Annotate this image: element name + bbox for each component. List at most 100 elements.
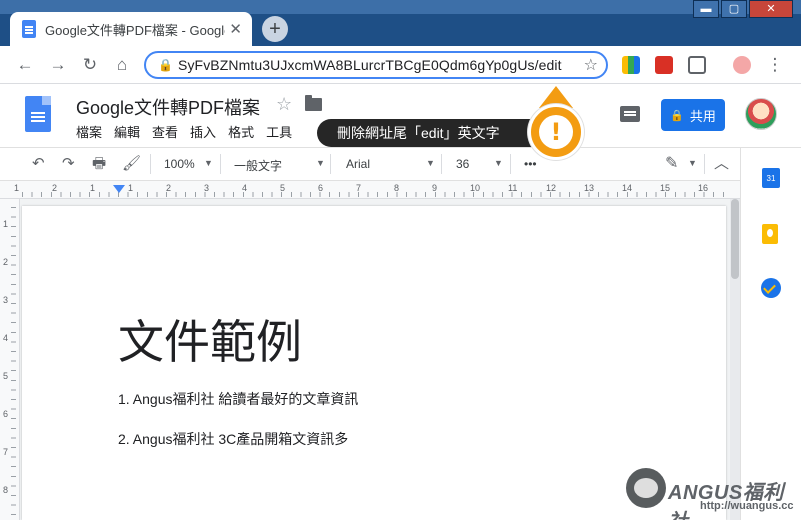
home-icon[interactable]: ⌂: [111, 54, 133, 76]
chevron-down-icon[interactable]: ▼: [494, 158, 503, 168]
tasks-icon[interactable]: [761, 278, 781, 298]
share-label: 共用: [689, 108, 716, 124]
undo-icon[interactable]: ↶: [32, 154, 45, 174]
ruler-number: 7: [356, 183, 362, 193]
annotation-callout: 刪除網址尾「edit」英文字: [317, 119, 555, 147]
docs-logo-icon[interactable]: [25, 96, 51, 132]
ruler-number: 3: [3, 295, 9, 305]
menu-bar: 檔案 編輯 查看 插入 格式 工具: [76, 122, 304, 141]
horizontal-ruler[interactable]: 1 2 1 1 2 3 4 5 6 7 8 9 10 11 12 13 14 15 16: [0, 181, 740, 199]
collapse-menu-icon[interactable]: ︿: [714, 152, 729, 173]
ruler-number: 9: [432, 183, 438, 193]
chevron-down-icon[interactable]: ▼: [316, 158, 325, 168]
paint-format-icon[interactable]: 🖌: [122, 154, 141, 174]
move-folder-icon[interactable]: [305, 95, 322, 111]
chevron-down-icon[interactable]: ▼: [204, 158, 213, 168]
document-page[interactable]: 文件範例 1. Angus福利社 給讀者最好的文章資訊 2. Angus福利社 …: [22, 206, 726, 520]
extension-chart-icon[interactable]: [622, 56, 640, 74]
menu-insert[interactable]: 插入: [190, 122, 216, 141]
star-document-icon[interactable]: ☆: [276, 94, 292, 115]
exclamation-icon: !: [539, 115, 573, 149]
toolbar-divider: [704, 154, 705, 174]
browser-toolbar: ← → ↻ ⌂ 🔒 SyFvBZNmtu3UJxcmWA8BLurcrTBCgE…: [0, 46, 801, 84]
share-button[interactable]: 🔒 共用: [661, 99, 725, 131]
ruler-number: 1: [3, 219, 9, 229]
extension-media-icon[interactable]: [655, 56, 673, 74]
ruler-number: 2: [166, 183, 172, 193]
ruler-number: 14: [622, 183, 633, 193]
more-options-icon[interactable]: •••: [524, 157, 537, 171]
menu-format[interactable]: 格式: [228, 122, 254, 141]
lock-icon[interactable]: 🔒: [158, 58, 173, 72]
editing-mode-icon[interactable]: ✎: [665, 153, 678, 173]
indent-marker[interactable]: [113, 185, 125, 193]
window-title-bar: Google文件轉PDF檔案 - Google ✕ + ▬ ▢ ✕: [0, 0, 801, 46]
document-title[interactable]: Google文件轉PDF檔案: [76, 94, 260, 120]
address-bar[interactable]: 🔒 SyFvBZNmtu3UJxcmWA8BLurcrTBCgE0Qdm6gYp…: [144, 51, 608, 79]
account-avatar[interactable]: [745, 98, 777, 130]
side-panel: 31: [740, 148, 801, 520]
ruler-number: 11: [508, 183, 518, 193]
ruler-number: 2: [52, 183, 58, 193]
menu-tools[interactable]: 工具: [266, 122, 292, 141]
zoom-select[interactable]: 100%: [164, 157, 195, 171]
ruler-ticks: [11, 207, 16, 520]
watermark-url: http://wuangus.cc: [700, 500, 794, 512]
ruler-number: 2: [3, 257, 9, 267]
vertical-ruler[interactable]: 1 2 3 4 5 6 7 8: [0, 199, 20, 520]
watermark-mascot-icon: [626, 468, 666, 508]
address-url[interactable]: SyFvBZNmtu3UJxcmWA8BLurcrTBCgE0Qdm6gYp0g…: [178, 57, 562, 73]
ruler-number: 16: [698, 183, 709, 193]
extension-grid-icon[interactable]: [688, 56, 706, 74]
tab-close-icon[interactable]: ✕: [229, 20, 242, 38]
vertical-scrollbar[interactable]: [730, 199, 740, 520]
new-tab-button[interactable]: +: [262, 16, 288, 42]
scrollbar-thumb[interactable]: [731, 199, 739, 279]
comments-icon[interactable]: [620, 106, 640, 122]
watermark-brand: ANGUS福利社: [668, 482, 784, 520]
close-window-button[interactable]: ✕: [749, 0, 793, 18]
print-icon[interactable]: 🖶: [92, 154, 106, 174]
minimize-button[interactable]: ▬: [693, 0, 719, 18]
bookmark-star-icon[interactable]: ☆: [584, 55, 598, 75]
ruler-number: 4: [3, 333, 9, 343]
chevron-down-icon[interactable]: ▼: [688, 158, 697, 168]
tab-title: Google文件轉PDF檔案 - Google: [45, 22, 225, 38]
redo-icon[interactable]: ↷: [62, 154, 75, 174]
menu-file[interactable]: 檔案: [76, 122, 102, 141]
chrome-menu-icon[interactable]: ⋮: [764, 54, 786, 76]
toolbar-divider: [441, 154, 442, 174]
ruler-numbers: 1 2 1 1 2 3 4 5 6 7 8 9 10 11 12 13 14 15 16: [0, 183, 740, 195]
ruler-number: 7: [3, 447, 9, 457]
forward-icon[interactable]: →: [47, 54, 69, 76]
ruler-number: 1: [14, 183, 20, 193]
ruler-number: 8: [3, 485, 9, 495]
keep-icon[interactable]: [762, 224, 778, 244]
ruler-number: 5: [3, 371, 9, 381]
calendar-icon[interactable]: 31: [762, 168, 780, 188]
ruler-number: 3: [204, 183, 210, 193]
lock-icon: 🔒: [670, 109, 684, 122]
document-line[interactable]: 2. Angus福利社 3C產品開箱文資訊多: [118, 429, 348, 449]
menu-view[interactable]: 查看: [152, 122, 178, 141]
back-icon[interactable]: ←: [14, 54, 36, 76]
toolbar-divider: [150, 154, 151, 174]
reload-icon[interactable]: ↻: [79, 54, 101, 76]
document-heading[interactable]: 文件範例: [118, 306, 302, 372]
ruler-number: 4: [242, 183, 248, 193]
browser-tab[interactable]: Google文件轉PDF檔案 - Google ✕: [10, 12, 252, 46]
chevron-down-icon[interactable]: ▼: [426, 158, 435, 168]
ruler-number: 12: [546, 183, 557, 193]
menu-edit[interactable]: 編輯: [114, 122, 140, 141]
ruler-number: 1: [128, 183, 134, 193]
font-select[interactable]: Arial: [346, 157, 370, 171]
profile-avatar-icon[interactable]: [733, 56, 751, 74]
ruler-number: 1: [90, 183, 96, 193]
ruler-number: 15: [660, 183, 671, 193]
paragraph-style-select[interactable]: 一般文字: [234, 157, 282, 174]
font-size-select[interactable]: 36: [456, 157, 469, 171]
maximize-button[interactable]: ▢: [721, 0, 747, 18]
ruler-number: 5: [280, 183, 286, 193]
ruler-number: 13: [584, 183, 595, 193]
document-line[interactable]: 1. Angus福利社 給讀者最好的文章資訊: [118, 389, 358, 409]
